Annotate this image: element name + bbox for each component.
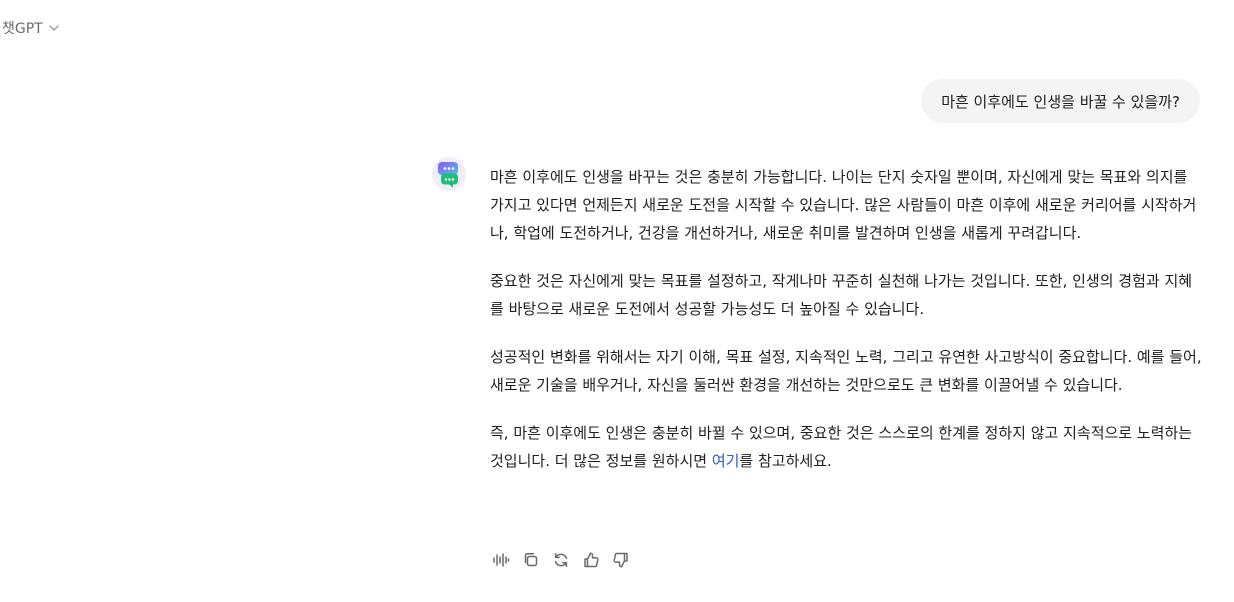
copy-icon: [524, 552, 538, 567]
audio-waveform-icon: [493, 553, 510, 567]
thumbs-down-button[interactable]: [610, 549, 632, 571]
chat-page: 챗GPT 마흔 이후에도 인생을 바꿀 수 있을까? 마흔 이후에도 인생을 바…: [0, 0, 1234, 602]
refresh-icon: [554, 553, 568, 567]
regenerate-button[interactable]: [550, 549, 572, 571]
assistant-paragraph-1: 마흔 이후에도 인생을 바꾸는 것은 충분히 가능합니다. 나이는 단지 숫자일…: [490, 168, 1197, 242]
assistant-paragraph-4: 즉, 마흔 이후에도 인생은 충분히 바뀔 수 있으며, 중요한 것은 스스로의…: [490, 419, 1202, 475]
copy-button[interactable]: [520, 549, 542, 571]
thumbs-up-button[interactable]: [580, 549, 602, 571]
reference-link[interactable]: 여기: [712, 452, 740, 470]
read-aloud-button[interactable]: [490, 549, 512, 571]
thumbs-up-icon: [584, 552, 599, 568]
user-message-text: 마흔 이후에도 인생을 바꿀 수 있을까?: [941, 92, 1180, 111]
chevron-down-icon: [48, 22, 60, 34]
message-action-bar: [490, 549, 632, 571]
user-message-bubble: 마흔 이후에도 인생을 바꿀 수 있을까?: [921, 79, 1200, 123]
chat-bubbles-avatar-icon: [432, 157, 466, 191]
model-label: 챗GPT: [2, 21, 43, 37]
assistant-paragraph-2: 중요한 것은 자신에게 맞는 목표를 설정하고, 작게나마 꾸준히 실천해 나가…: [490, 272, 1193, 318]
model-switcher[interactable]: 챗GPT: [2, 18, 60, 38]
assistant-message: 마흔 이후에도 인생을 바꾸는 것은 충분히 가능합니다. 나이는 단지 숫자일…: [490, 163, 1202, 495]
assistant-paragraph-4-text: 즉, 마흔 이후에도 인생은 충분히 바뀔 수 있으며, 중요한 것은 스스로의…: [490, 424, 1193, 470]
assistant-paragraph-3: 성공적인 변화를 위해서는 자기 이해, 목표 설정, 지속적인 노력, 그리고…: [490, 348, 1202, 394]
thumbs-down-icon: [613, 552, 628, 568]
assistant-paragraph-4-tail: 를 참고하세요.: [739, 452, 832, 470]
